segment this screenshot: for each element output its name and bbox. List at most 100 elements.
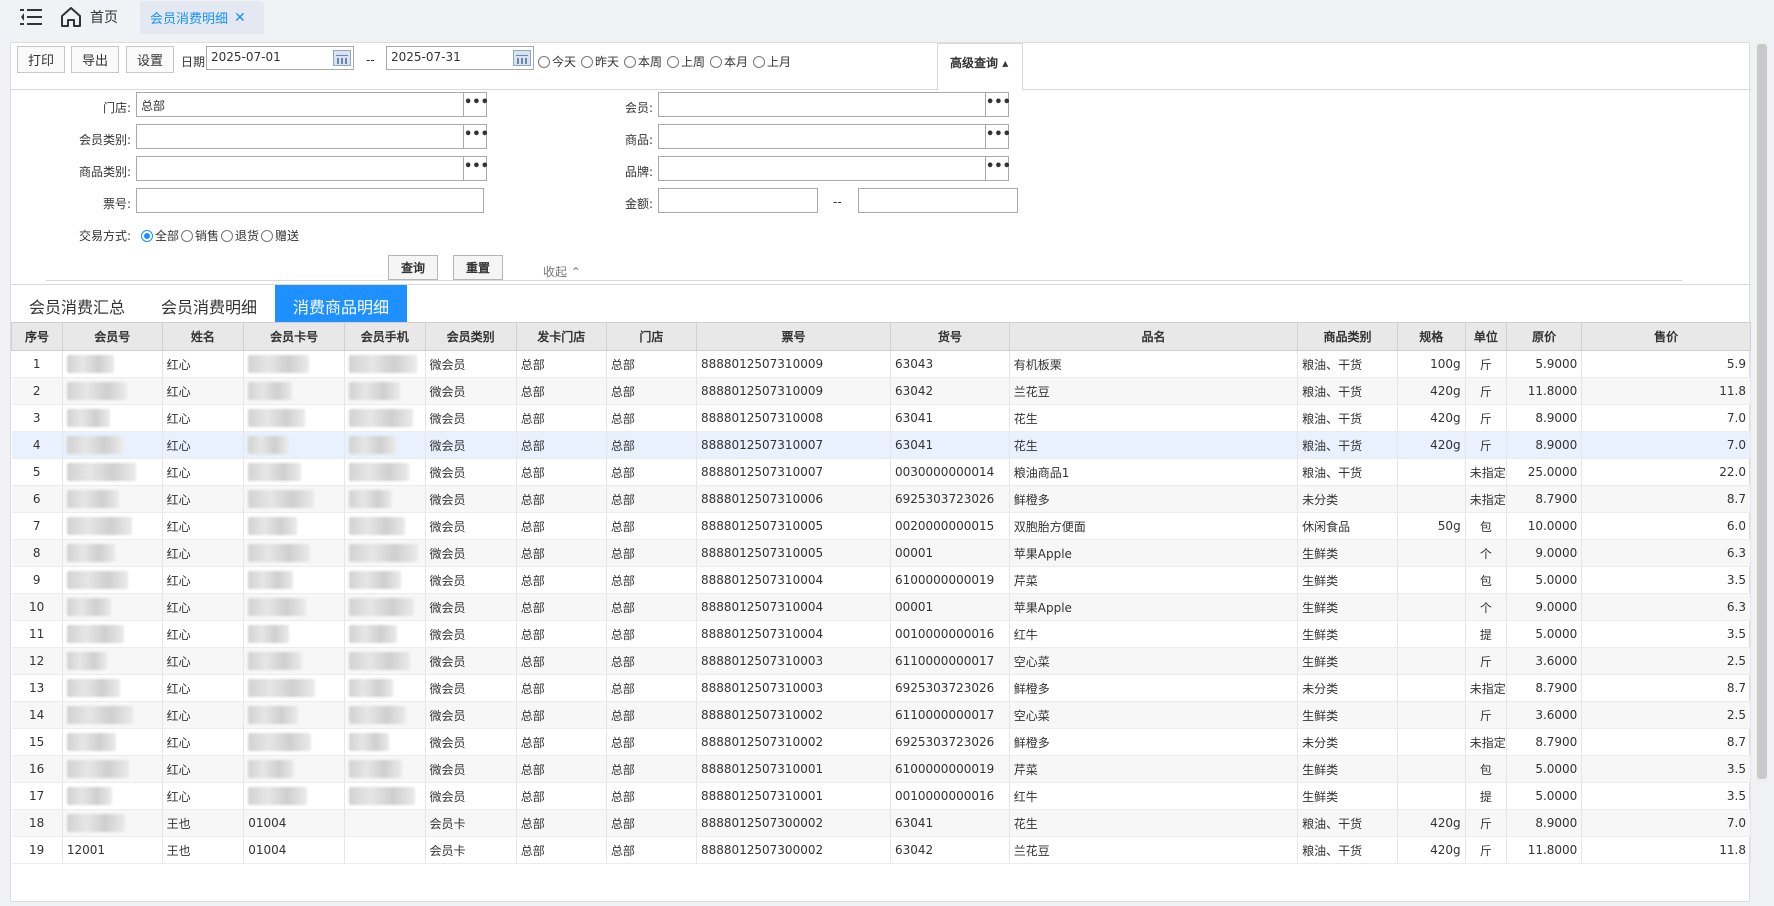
table-row[interactable]: 14 红心 微会员 总部 总部 8888012507310002 6110000000017… xyxy=(11,701,1751,729)
column-header[interactable]: 门店 xyxy=(605,322,697,351)
print-button[interactable]: 打印 xyxy=(17,46,65,73)
store-input[interactable]: 总部 xyxy=(136,92,464,117)
column-header[interactable]: 会员卡号 xyxy=(243,322,345,351)
table-cell: 19 xyxy=(11,836,63,864)
table-cell: 未指定 xyxy=(1465,674,1508,702)
table-cell: 未指定 xyxy=(1465,485,1508,513)
table-row[interactable]: 4 红心 微会员 总部 总部 8888012507310007 63041 花生 粮油、干货 42… xyxy=(11,431,1751,459)
quick-range-this-month[interactable]: 本月 xyxy=(710,53,748,70)
scrollbar-thumb[interactable] xyxy=(1757,44,1767,779)
tab-member-consumption-detail[interactable]: 会员消费明细 ✕ xyxy=(140,1,264,34)
date-to-input[interactable]: 2025-07-31 xyxy=(386,46,534,70)
settings-button[interactable]: 设置 xyxy=(126,46,174,73)
chevron-up-icon: ⌃ xyxy=(570,265,581,279)
column-header[interactable]: 姓名 xyxy=(161,322,245,351)
tab-member-consumption-detail[interactable]: 会员消费明细 xyxy=(143,285,275,327)
column-header[interactable]: 规格 xyxy=(1396,322,1466,351)
quick-range-today[interactable]: 今天 xyxy=(538,53,576,70)
calendar-icon[interactable] xyxy=(513,50,531,66)
calendar-icon[interactable] xyxy=(333,50,351,66)
column-header[interactable]: 会员手机 xyxy=(343,322,426,351)
member-type-input[interactable] xyxy=(136,124,464,149)
table-row[interactable]: 15 红心 微会员 总部 总部 8888012507310002 6925303723026… xyxy=(11,728,1751,756)
radio-icon[interactable] xyxy=(710,55,722,68)
amount-max-input[interactable] xyxy=(858,188,1018,213)
member-input[interactable] xyxy=(658,92,986,117)
trade-type-sale[interactable]: 销售 xyxy=(181,227,219,244)
advanced-query-toggle[interactable]: 高级查询 ▴ xyxy=(937,43,1023,91)
table-row[interactable]: 19 12001 王也 01004 会员卡 总部 总部 8888012507300002 630… xyxy=(11,836,1751,864)
ticket-input[interactable] xyxy=(136,188,484,213)
column-header[interactable]: 单位 xyxy=(1464,322,1508,351)
table-cell xyxy=(62,404,163,432)
column-header[interactable]: 票号 xyxy=(695,322,892,351)
quick-range-yesterday[interactable]: 昨天 xyxy=(581,53,619,70)
column-header[interactable]: 原价 xyxy=(1506,322,1583,351)
collapse-label: 收起 xyxy=(543,265,568,279)
column-header[interactable]: 货号 xyxy=(890,322,1010,351)
table-cell: 5.9000 xyxy=(1506,350,1583,378)
quick-range-this-week[interactable]: 本周 xyxy=(624,53,662,70)
column-header[interactable]: 商品类别 xyxy=(1297,322,1398,351)
date-from-input[interactable]: 2025-07-01 xyxy=(206,46,354,70)
table-row[interactable]: 9 红心 微会员 总部 总部 8888012507310004 6100000000019 芹… xyxy=(11,566,1751,594)
table-row[interactable]: 16 红心 微会员 总部 总部 8888012507310001 6100000000019… xyxy=(11,755,1751,783)
table-row[interactable]: 10 红心 微会员 总部 总部 8888012507310004 00001 苹果Apple 生… xyxy=(11,593,1751,621)
column-header[interactable]: 会员号 xyxy=(61,322,163,351)
quick-range-last-month[interactable]: 上月 xyxy=(753,53,791,70)
query-button[interactable]: 查询 xyxy=(388,255,438,280)
tab-consumed-products-detail[interactable]: 消费商品明细 xyxy=(275,285,408,327)
export-button[interactable]: 导出 xyxy=(71,46,119,73)
member-picker-button[interactable]: ••• xyxy=(985,92,1011,117)
product-input[interactable] xyxy=(658,124,986,149)
table-row[interactable]: 2 红心 微会员 总部 总部 8888012507310009 63042 兰花豆 粮油、干货 4… xyxy=(11,377,1751,405)
tab-member-consumption-summary[interactable]: 会员消费汇总 xyxy=(11,285,143,327)
radio-icon[interactable] xyxy=(581,55,593,68)
table-row[interactable]: 11 红心 微会员 总部 总部 8888012507310004 0010000000016… xyxy=(11,620,1751,648)
member-type-picker-button[interactable]: ••• xyxy=(463,124,489,149)
table-row[interactable]: 17 红心 微会员 总部 总部 8888012507310001 0010000000016… xyxy=(11,782,1751,810)
radio-icon[interactable] xyxy=(753,55,765,68)
collapse-link[interactable]: 收起 ⌃ xyxy=(543,263,581,280)
column-header[interactable]: 发卡门店 xyxy=(515,322,607,351)
table-row[interactable]: 3 红心 微会员 总部 总部 8888012507310008 63041 花生 粮油、干货 42… xyxy=(11,404,1751,432)
column-header[interactable]: 品名 xyxy=(1008,322,1299,351)
radio-icon[interactable] xyxy=(624,55,636,68)
quick-range-last-week[interactable]: 上周 xyxy=(667,53,705,70)
amount-min-input[interactable] xyxy=(658,188,818,213)
table-row[interactable]: 13 红心 微会员 总部 总部 8888012507310003 6925303723026… xyxy=(11,674,1751,702)
column-header[interactable]: 售价 xyxy=(1581,322,1751,351)
close-icon[interactable]: ✕ xyxy=(234,10,246,26)
brand-input[interactable] xyxy=(658,156,986,181)
brand-picker-button[interactable]: ••• xyxy=(985,156,1011,181)
redacted-value xyxy=(66,598,111,616)
store-picker-button[interactable]: ••• xyxy=(463,92,489,117)
radio-icon[interactable] xyxy=(221,229,233,242)
table-row[interactable]: 5 红心 微会员 总部 总部 8888012507310007 0030000000014 粮… xyxy=(11,458,1751,486)
trade-type-gift[interactable]: 赠送 xyxy=(261,227,299,244)
radio-checked-icon[interactable] xyxy=(141,229,153,242)
table-row[interactable]: 1 红心 微会员 总部 总部 8888012507310009 63043 有机板栗 粮油、干货… xyxy=(11,350,1751,378)
menu-toggle-icon[interactable] xyxy=(20,8,42,26)
table-row[interactable]: 6 红心 微会员 总部 总部 8888012507310006 6925303723026 鲜… xyxy=(11,485,1751,513)
radio-icon[interactable] xyxy=(181,229,193,242)
column-header[interactable]: 序号 xyxy=(11,322,63,351)
table-cell: 总部 xyxy=(516,566,607,594)
reset-button[interactable]: 重置 xyxy=(453,255,503,280)
home-tab[interactable]: 首页 xyxy=(60,5,118,29)
radio-icon[interactable] xyxy=(667,55,679,68)
table-row[interactable]: 12 红心 微会员 总部 总部 8888012507310003 6110000000017… xyxy=(11,647,1751,675)
table-row[interactable]: 18 王也 01004 会员卡 总部 总部 8888012507300002 63041 花生粮… xyxy=(11,809,1751,837)
product-category-picker-button[interactable]: ••• xyxy=(463,156,489,181)
product-category-input[interactable] xyxy=(136,156,464,181)
radio-icon[interactable] xyxy=(261,229,273,242)
trade-type-all[interactable]: 全部 xyxy=(141,227,179,244)
table-row[interactable]: 7 红心 微会员 总部 总部 8888012507310005 0020000000015 双… xyxy=(11,512,1751,540)
column-header[interactable]: 会员类别 xyxy=(424,322,517,351)
product-picker-button[interactable]: ••• xyxy=(985,124,1011,149)
table-cell: 总部 xyxy=(606,512,697,540)
table-cell: 王也 xyxy=(162,809,245,837)
table-row[interactable]: 8 红心 微会员 总部 总部 8888012507310005 00001 苹果Apple 生鲜… xyxy=(11,539,1751,567)
radio-icon[interactable] xyxy=(538,55,550,68)
trade-type-return[interactable]: 退货 xyxy=(221,227,259,244)
